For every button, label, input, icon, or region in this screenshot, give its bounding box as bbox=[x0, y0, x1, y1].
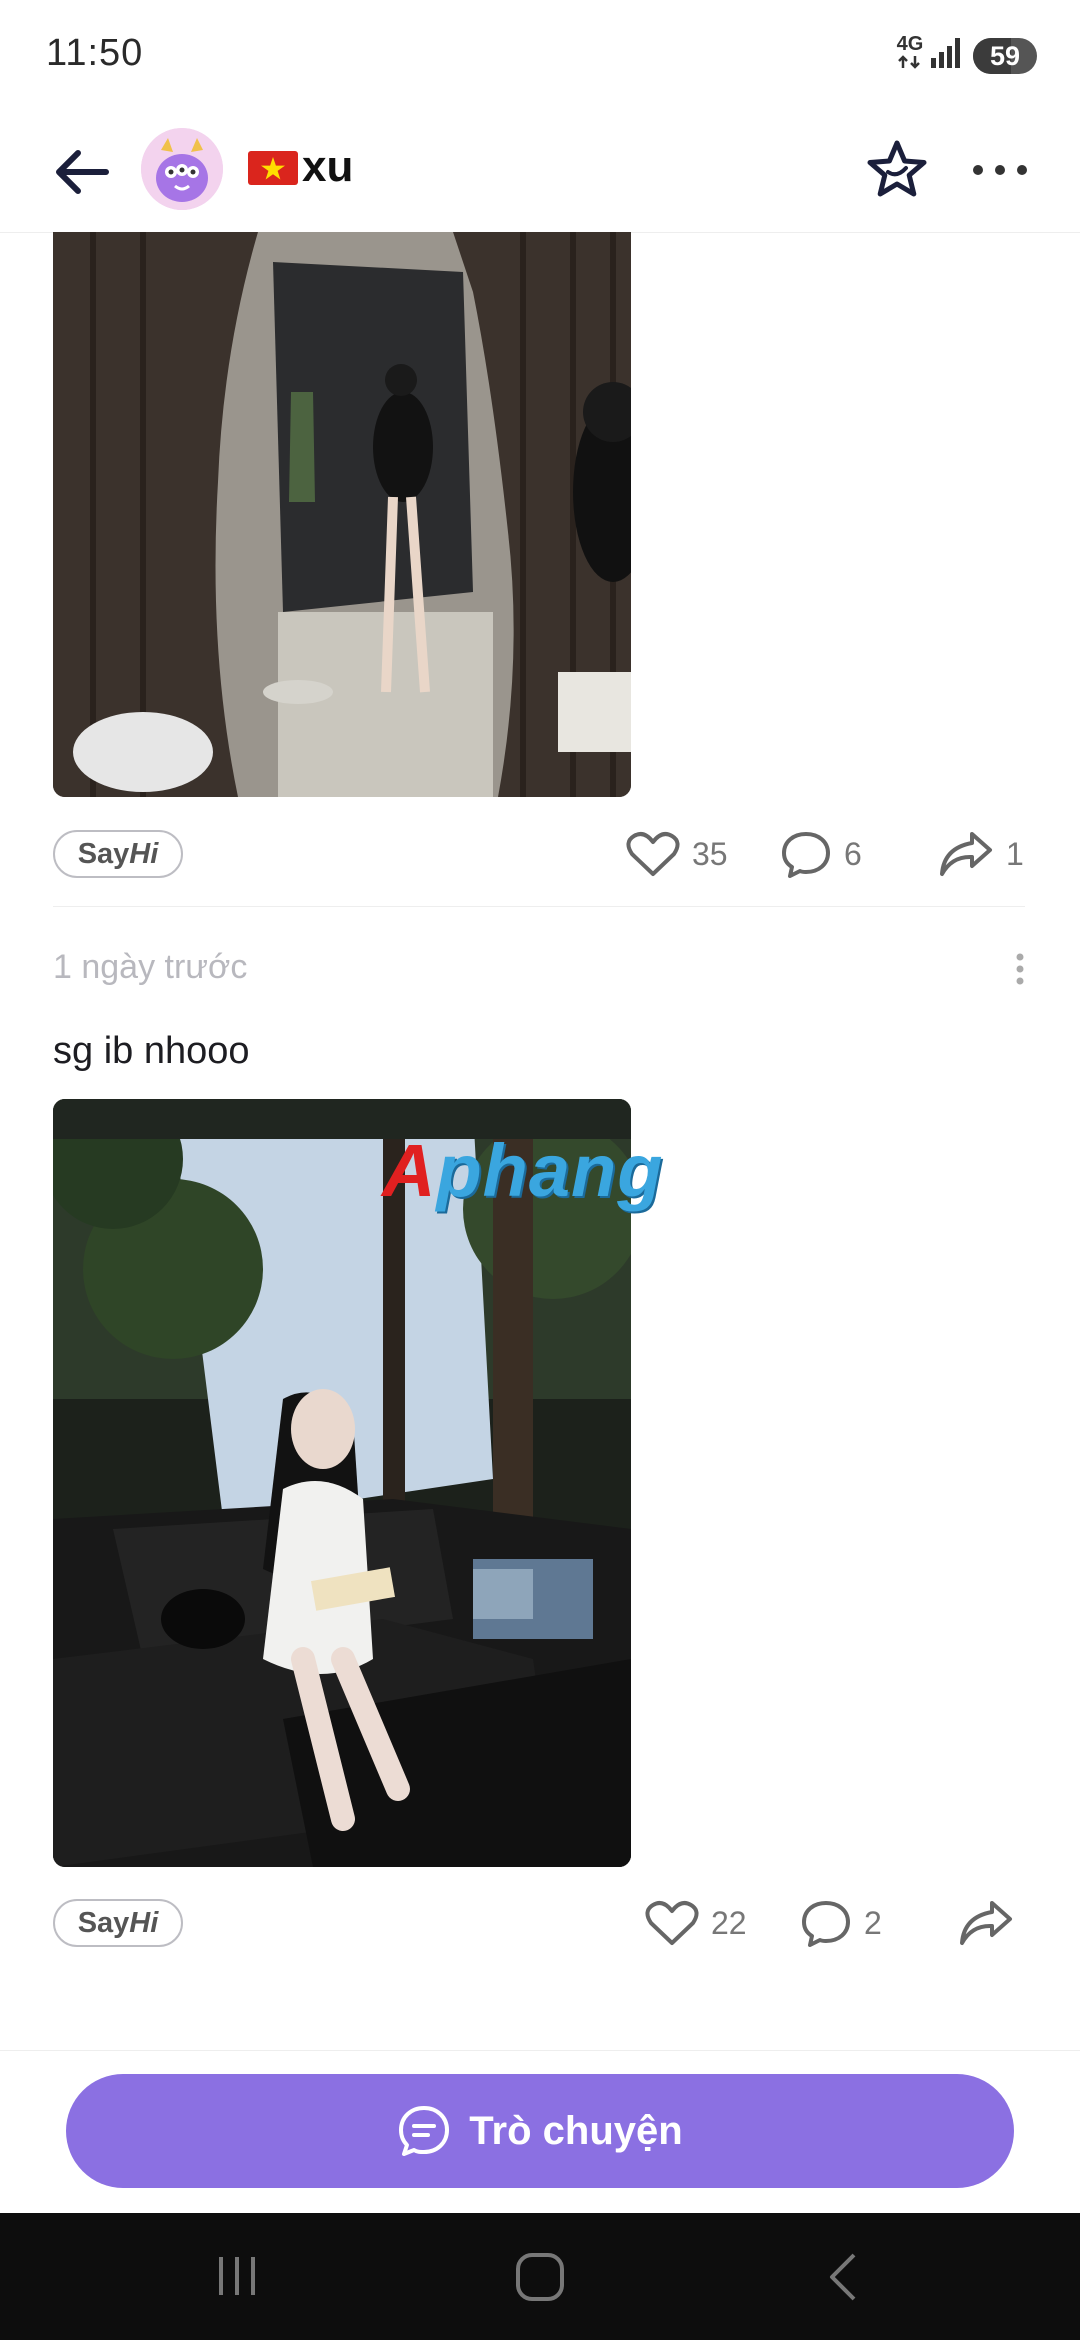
back-button[interactable] bbox=[50, 139, 116, 205]
post-caption: sg ib nhooo bbox=[53, 1030, 250, 1072]
more-vertical-icon bbox=[1016, 953, 1024, 985]
battery-indicator: 59 bbox=[973, 38, 1037, 74]
nav-back-icon bbox=[830, 2253, 856, 2301]
recent-apps-button[interactable] bbox=[213, 2251, 261, 2306]
comment-count: 6 bbox=[844, 835, 862, 872]
say-hi-emphasis: Hi bbox=[129, 838, 159, 870]
star-icon bbox=[867, 140, 927, 197]
status-time: 11:50 bbox=[46, 32, 144, 74]
bottom-action-bar: Trò chuyện bbox=[0, 2050, 1080, 2214]
post-timestamp: 1 ngày trước bbox=[53, 948, 248, 986]
say-hi-text: Say bbox=[77, 1907, 130, 1939]
nav-back-button[interactable] bbox=[824, 2251, 864, 2308]
say-hi-emphasis: Hi bbox=[129, 1907, 159, 1939]
back-arrow-icon bbox=[56, 150, 109, 194]
comment-icon bbox=[802, 1901, 850, 1947]
photo-mirror-selfie bbox=[53, 232, 631, 797]
home-icon bbox=[516, 2253, 564, 2301]
heart-icon bbox=[645, 1901, 699, 1945]
network-indicator: 4G bbox=[893, 34, 927, 74]
signal-icon bbox=[931, 38, 960, 68]
like-count: 35 bbox=[692, 835, 728, 872]
comment-icon bbox=[782, 832, 830, 878]
recent-apps-icon bbox=[219, 2257, 255, 2295]
share-count: 1 bbox=[1006, 835, 1024, 872]
comment-button[interactable]: 2 bbox=[800, 1899, 882, 1947]
chat-bubble-icon bbox=[399, 2106, 450, 2156]
profile-header: xu bbox=[0, 112, 1080, 233]
comment-button[interactable]: 6 bbox=[780, 830, 862, 878]
watermark-letter: A bbox=[382, 1129, 437, 1212]
avatar-monster-icon bbox=[141, 128, 223, 210]
post-photo[interactable] bbox=[53, 1099, 631, 1867]
say-hi-text: Say bbox=[77, 838, 130, 870]
more-horizontal-icon bbox=[973, 165, 1027, 175]
post-photo[interactable] bbox=[53, 232, 631, 797]
avatar[interactable] bbox=[141, 128, 223, 210]
watermark-logo: Aphang bbox=[382, 1128, 663, 1213]
vn-flag-icon bbox=[248, 151, 298, 185]
network-type: 4G bbox=[896, 33, 924, 55]
say-hi-button[interactable]: SayHi bbox=[53, 1899, 183, 1947]
follow-star-button[interactable] bbox=[866, 138, 928, 200]
photo-cafe-girl bbox=[53, 1099, 631, 1867]
post-divider bbox=[53, 906, 1025, 907]
share-icon bbox=[940, 832, 992, 876]
share-button[interactable]: 1 bbox=[938, 830, 1024, 878]
like-count: 22 bbox=[711, 1904, 747, 1941]
say-hi-button[interactable]: SayHi bbox=[53, 830, 183, 878]
share-button[interactable] bbox=[958, 1899, 1014, 1947]
data-arrows-icon bbox=[898, 55, 920, 69]
more-options-button[interactable] bbox=[972, 152, 1028, 188]
like-button[interactable]: 35 bbox=[626, 830, 728, 878]
chat-button-label: Trò chuyện bbox=[469, 2108, 683, 2153]
username: xu bbox=[302, 142, 354, 191]
home-button[interactable] bbox=[514, 2251, 566, 2308]
like-button[interactable]: 22 bbox=[645, 1899, 747, 1947]
system-nav-bar bbox=[0, 2213, 1080, 2340]
chat-button[interactable]: Trò chuyện bbox=[66, 2074, 1014, 2188]
post-options-button[interactable] bbox=[1010, 952, 1030, 986]
share-icon bbox=[960, 1901, 1012, 1945]
comment-count: 2 bbox=[864, 1904, 882, 1941]
watermark-rest: phang bbox=[436, 1129, 664, 1212]
heart-icon bbox=[626, 832, 680, 876]
status-bar: 11:50 4G 59 bbox=[0, 0, 1080, 112]
battery-level: 59 bbox=[989, 41, 1021, 71]
